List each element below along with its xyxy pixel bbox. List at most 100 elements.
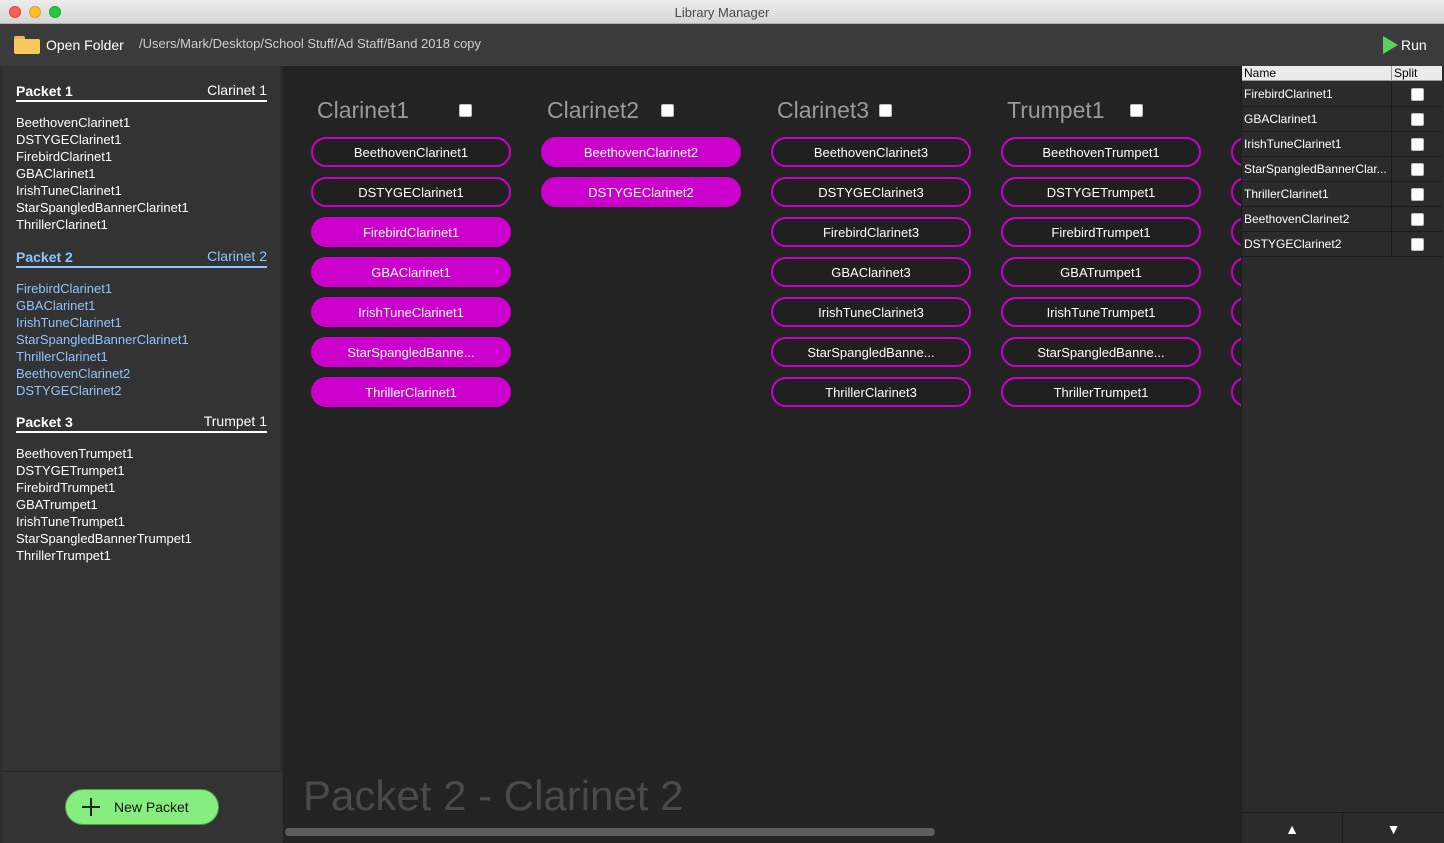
packet-name: Packet 3 xyxy=(16,414,73,430)
toolbar: Open Folder /Users/Mark/Desktop/School S… xyxy=(0,24,1444,66)
part-pill[interactable]: GBAClarinet1 xyxy=(311,257,511,287)
part-pill[interactable]: ThrillerClarinet1 xyxy=(311,377,511,407)
packet-item[interactable]: StarSpangledBannerTrumpet1 xyxy=(16,530,267,547)
part-pill[interactable]: StarSpangledBanne... xyxy=(1001,337,1201,367)
part-pill[interactable]: GBATrumpet1 xyxy=(1001,257,1201,287)
split-cell xyxy=(1392,132,1442,156)
packet-item[interactable]: BeethovenClarinet2 xyxy=(16,365,267,382)
split-table-row[interactable]: ThrillerClarinet1 xyxy=(1242,182,1442,207)
packet-3[interactable]: Packet 3 Trumpet 1 BeethovenTrumpet1 DSTYGE… xyxy=(16,413,267,564)
packet-item[interactable]: GBAClarinet1 xyxy=(16,297,267,314)
part-pill[interactable]: IrishTuneTrumpet1 xyxy=(1001,297,1201,327)
name-column-header[interactable]: Name xyxy=(1242,66,1392,80)
split-checkbox[interactable] xyxy=(1410,137,1424,151)
split-checkbox[interactable] xyxy=(1410,87,1424,101)
split-table-row[interactable]: DSTYGEClarinet2 xyxy=(1242,232,1442,257)
packet-item[interactable]: IrishTuneTrumpet1 xyxy=(16,513,267,530)
packet-header[interactable]: Packet 1 Clarinet 1 xyxy=(16,82,267,102)
reorder-buttons: ▲ ▼ xyxy=(1242,812,1444,843)
title-bar: Library Manager xyxy=(0,0,1444,24)
part-pill-partial[interactable] xyxy=(1231,377,1241,407)
part-pill[interactable]: ThrillerTrumpet1 xyxy=(1001,377,1201,407)
split-table-row[interactable]: BeethovenClarinet2 xyxy=(1242,207,1442,232)
part-pill-partial[interactable] xyxy=(1231,177,1241,207)
split-table-row[interactable]: FirebirdClarinet1 xyxy=(1242,82,1442,107)
split-column-header[interactable]: Split xyxy=(1392,66,1442,80)
part-pill[interactable]: FirebirdClarinet1 xyxy=(311,217,511,247)
part-pill[interactable]: GBAClarinet3 xyxy=(771,257,971,287)
column-heading: Clarinet1 xyxy=(317,97,410,123)
horizontal-scrollbar[interactable] xyxy=(285,828,935,836)
split-cell xyxy=(1392,232,1442,256)
packet-item[interactable]: DSTYGETrumpet1 xyxy=(16,462,267,479)
part-pill-partial[interactable] xyxy=(1231,337,1241,367)
move-down-button[interactable]: ▼ xyxy=(1343,813,1444,843)
part-pill[interactable]: FirebirdTrumpet1 xyxy=(1001,217,1201,247)
split-row-name: IrishTuneClarinet1 xyxy=(1242,132,1392,156)
move-up-button[interactable]: ▲ xyxy=(1242,813,1343,843)
split-table-row[interactable]: IrishTuneClarinet1 xyxy=(1242,132,1442,157)
packet-item[interactable]: StarSpangledBannerClarinet1 xyxy=(16,199,267,216)
packet-item[interactable]: IrishTuneClarinet1 xyxy=(16,314,267,331)
part-pill[interactable]: ThrillerClarinet3 xyxy=(771,377,971,407)
column-heading: Trumpet1 xyxy=(1007,97,1105,123)
packet-name: Packet 1 xyxy=(16,83,73,99)
column-select-all-checkbox[interactable] xyxy=(661,104,674,117)
run-button[interactable]: Run xyxy=(1383,36,1427,54)
packet-header[interactable]: Packet 2 Clarinet 2 xyxy=(16,248,267,268)
part-pill[interactable]: FirebirdClarinet3 xyxy=(771,217,971,247)
open-folder-button[interactable]: Open Folder xyxy=(14,33,124,57)
split-cell xyxy=(1392,182,1442,206)
part-pill[interactable]: BeethovenClarinet3 xyxy=(771,137,971,167)
packet-item[interactable]: ThrillerTrumpet1 xyxy=(16,547,267,564)
packet-item[interactable]: StarSpangledBannerClarinet1 xyxy=(16,331,267,348)
part-pill[interactable]: BeethovenTrumpet1 xyxy=(1001,137,1201,167)
split-checkbox[interactable] xyxy=(1410,112,1424,126)
packet-item[interactable]: IrishTuneClarinet1 xyxy=(16,182,267,199)
split-table-panel: Name Split FirebirdClarinet1 GBAClarinet1… xyxy=(1241,66,1444,843)
part-pill[interactable]: DSTYGEClarinet2 xyxy=(541,177,741,207)
split-checkbox[interactable] xyxy=(1410,162,1424,176)
new-packet-button[interactable]: New Packet xyxy=(65,789,219,825)
part-pill-partial[interactable] xyxy=(1231,137,1241,167)
part-pill[interactable]: DSTYGETrumpet1 xyxy=(1001,177,1201,207)
part-pill[interactable]: IrishTuneClarinet1 xyxy=(311,297,511,327)
part-pill[interactable]: DSTYGEClarinet3 xyxy=(771,177,971,207)
packet-item[interactable]: BeethovenClarinet1 xyxy=(16,114,267,131)
packet-2[interactable]: Packet 2 Clarinet 2 FirebirdClarinet1 GBACl… xyxy=(16,248,267,399)
part-pill[interactable]: DSTYGEClarinet1 xyxy=(311,177,511,207)
packet-1[interactable]: Packet 1 Clarinet 1 BeethovenClarinet1 DSTY… xyxy=(16,82,267,233)
part-pill[interactable]: IrishTuneClarinet3 xyxy=(771,297,971,327)
packet-item[interactable]: ThrillerClarinet1 xyxy=(16,216,267,233)
part-pill-partial[interactable] xyxy=(1231,297,1241,327)
part-pill[interactable]: StarSpangledBanne... xyxy=(771,337,971,367)
split-row-name: ThrillerClarinet1 xyxy=(1242,182,1392,206)
packet-item[interactable]: DSTYGEClarinet2 xyxy=(16,382,267,399)
part-pill[interactable]: BeethovenClarinet2 xyxy=(541,137,741,167)
part-pill-partial[interactable] xyxy=(1231,257,1241,287)
plus-icon xyxy=(82,798,100,816)
packet-item[interactable]: ThrillerClarinet1 xyxy=(16,348,267,365)
packet-item-list: BeethovenClarinet1 DSTYGEClarinet1 Firebir… xyxy=(16,114,267,233)
packet-item[interactable]: DSTYGEClarinet1 xyxy=(16,131,267,148)
packet-item[interactable]: FirebirdClarinet1 xyxy=(16,148,267,165)
packet-item[interactable]: FirebirdTrumpet1 xyxy=(16,479,267,496)
part-pill[interactable]: StarSpangledBanne... xyxy=(311,337,511,367)
split-table-row[interactable]: StarSpangledBannerClar... xyxy=(1242,157,1442,182)
split-cell xyxy=(1392,157,1442,181)
packet-item[interactable]: GBAClarinet1 xyxy=(16,165,267,182)
column-select-all-checkbox[interactable] xyxy=(459,104,472,117)
split-checkbox[interactable] xyxy=(1410,237,1424,251)
column-select-all-checkbox[interactable] xyxy=(879,104,892,117)
packet-name: Packet 2 xyxy=(16,249,73,265)
packet-item[interactable]: GBATrumpet1 xyxy=(16,496,267,513)
part-pill[interactable]: BeethovenClarinet1 xyxy=(311,137,511,167)
packet-item[interactable]: FirebirdClarinet1 xyxy=(16,280,267,297)
split-checkbox[interactable] xyxy=(1410,187,1424,201)
column-select-all-checkbox[interactable] xyxy=(1130,104,1143,117)
split-table-row[interactable]: GBAClarinet1 xyxy=(1242,107,1442,132)
split-checkbox[interactable] xyxy=(1410,212,1424,226)
packet-item[interactable]: BeethovenTrumpet1 xyxy=(16,445,267,462)
packet-header[interactable]: Packet 3 Trumpet 1 xyxy=(16,413,267,433)
part-pill-partial[interactable] xyxy=(1231,217,1241,247)
